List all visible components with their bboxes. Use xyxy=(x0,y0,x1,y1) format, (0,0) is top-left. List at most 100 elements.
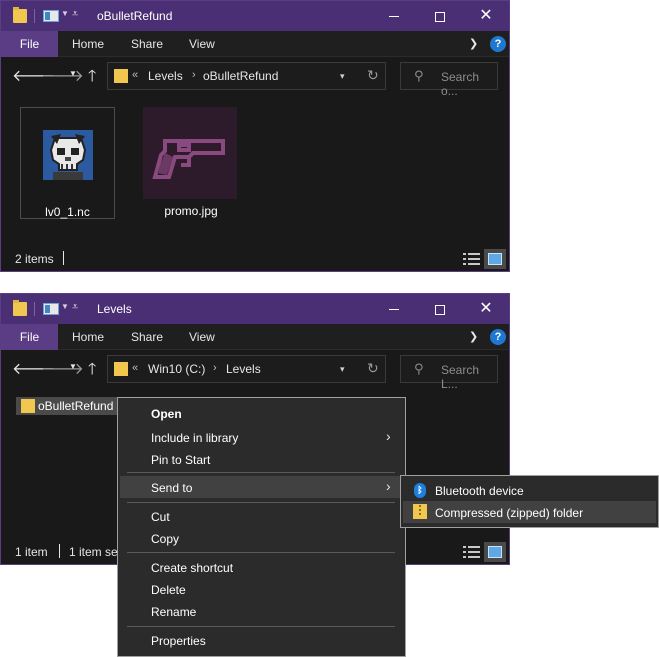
minimize-button[interactable] xyxy=(371,298,417,320)
gun-thumbnail-icon xyxy=(143,107,237,199)
tab-file[interactable]: File xyxy=(1,324,58,350)
navigation-bar: 🡐 🡒 ▼ 🡑 « Levels › oBulletRefund ▾ ↻ ⚲ S… xyxy=(1,57,509,98)
forward-arrow-icon[interactable]: 🡒 xyxy=(41,65,84,86)
menu-item-include-in-library[interactable]: Include in library xyxy=(151,431,238,445)
customize-toolbar-icon[interactable]: ⩡ xyxy=(72,8,78,21)
recent-locations-chevron-icon[interactable]: ▼ xyxy=(69,362,77,371)
breadcrumb-levels[interactable]: Levels xyxy=(148,69,183,83)
large-icons-view-icon[interactable] xyxy=(484,249,506,269)
address-bar[interactable]: « Levels › oBulletRefund ▾ ↻ xyxy=(107,62,386,90)
details-row-line xyxy=(468,253,480,255)
navigation-bar: 🡐 🡒 ▼ 🡑 « Win10 (C:) › Levels ▾ ↻ ⚲ Sear… xyxy=(1,350,509,391)
large-icons-view-icon[interactable] xyxy=(484,542,506,562)
menu-divider xyxy=(127,552,395,553)
context-menu: Open Include in library › Pin to Start S… xyxy=(117,397,406,657)
close-button[interactable]: ✕ xyxy=(463,298,509,320)
folder-item-obulletrefund[interactable]: oBulletRefund xyxy=(16,397,118,415)
chevron-down-icon[interactable]: ▼ xyxy=(61,302,69,311)
maximize-button[interactable] xyxy=(417,5,463,27)
up-arrow-icon[interactable]: 🡑 xyxy=(88,358,96,385)
explorer-window-obulletrefund: ▼ ⩡ oBulletRefund ✕ File Home Share View… xyxy=(0,0,510,272)
breadcrumb-separator[interactable]: › xyxy=(192,69,196,81)
item-count: 2 items xyxy=(15,252,54,266)
selected-count: 1 item se xyxy=(69,545,118,559)
folder-icon xyxy=(21,399,35,413)
expand-ribbon-chevron-icon[interactable]: ❯ xyxy=(469,37,478,50)
menu-item-compressed-zipped-folder[interactable]: Compressed (zipped) folder xyxy=(435,506,583,520)
title-bar[interactable]: ▼ ⩡ oBulletRefund ✕ xyxy=(1,1,509,31)
maximize-button[interactable] xyxy=(417,298,463,320)
menu-item-properties[interactable]: Properties xyxy=(151,634,206,648)
details-row-dot xyxy=(463,258,466,260)
breadcrumb-win10-c[interactable]: Win10 (C:) xyxy=(148,362,205,376)
details-view-icon[interactable] xyxy=(463,544,481,560)
tab-home[interactable]: Home xyxy=(72,324,104,350)
breadcrumb-levels[interactable]: Levels xyxy=(226,362,261,376)
help-icon[interactable]: ? xyxy=(490,329,506,345)
window-title: oBulletRefund xyxy=(97,9,173,23)
details-row-dot xyxy=(463,546,466,548)
address-overflow-chevrons[interactable]: « xyxy=(132,69,138,81)
title-separator xyxy=(34,9,35,23)
recent-locations-chevron-icon[interactable]: ▼ xyxy=(69,69,77,78)
details-row-line xyxy=(468,263,480,265)
address-bar[interactable]: « Win10 (C:) › Levels ▾ ↻ xyxy=(107,355,386,383)
forward-arrow-icon[interactable]: 🡒 xyxy=(41,358,84,379)
details-view-icon[interactable] xyxy=(463,251,481,267)
menu-item-create-shortcut[interactable]: Create shortcut xyxy=(151,561,233,575)
menu-divider xyxy=(127,626,395,627)
send-to-submenu: ᛒ Bluetooth device Compressed (zipped) f… xyxy=(400,475,659,528)
search-box[interactable]: ⚲ Search o... xyxy=(400,62,498,98)
tab-share[interactable]: Share xyxy=(131,31,163,57)
status-separator xyxy=(59,544,60,558)
menu-item-copy[interactable]: Copy xyxy=(151,532,179,546)
tab-view[interactable]: View xyxy=(189,31,215,57)
menu-item-bluetooth-device[interactable]: Bluetooth device xyxy=(435,484,524,498)
refresh-icon[interactable]: ↻ xyxy=(367,67,379,84)
file-item-lv0-1-nc[interactable]: lv0_1.nc xyxy=(20,107,115,219)
menu-item-pin-to-start[interactable]: Pin to Start xyxy=(151,453,210,467)
menu-item-rename[interactable]: Rename xyxy=(151,605,196,619)
breadcrumb-obulletrefund[interactable]: oBulletRefund xyxy=(203,69,278,83)
menu-item-delete[interactable]: Delete xyxy=(151,583,186,597)
refresh-icon[interactable]: ↻ xyxy=(367,360,379,377)
details-row-dot xyxy=(463,263,466,265)
file-name: promo.jpg xyxy=(164,204,218,218)
properties-quick-access-icon[interactable] xyxy=(43,303,59,315)
details-row-line xyxy=(468,258,480,260)
bluetooth-icon: ᛒ xyxy=(414,483,426,498)
details-row-line xyxy=(468,546,480,548)
close-button[interactable]: ✕ xyxy=(463,5,509,27)
customize-toolbar-icon[interactable]: ⩡ xyxy=(72,301,78,314)
breadcrumb-separator[interactable]: › xyxy=(213,362,217,374)
tab-view[interactable]: View xyxy=(189,324,215,350)
large-icons-view-preview xyxy=(488,253,502,265)
help-icon[interactable]: ? xyxy=(490,36,506,52)
title-bar[interactable]: ▼ ⩡ Levels ✕ xyxy=(1,294,509,324)
minimize-icon xyxy=(389,309,399,311)
large-icons-view-preview xyxy=(488,546,502,558)
minimize-button[interactable] xyxy=(371,5,417,27)
up-arrow-icon[interactable]: 🡑 xyxy=(88,65,96,92)
expand-ribbon-chevron-icon[interactable]: ❯ xyxy=(469,330,478,343)
search-input[interactable]: Search L... xyxy=(441,363,497,391)
menu-item-cut[interactable]: Cut xyxy=(151,510,170,524)
menu-divider xyxy=(127,472,395,473)
search-icon: ⚲ xyxy=(414,68,424,83)
search-input[interactable]: Search o... xyxy=(441,70,497,98)
chevron-right-icon: › xyxy=(386,478,391,494)
file-item-promo-jpg[interactable]: promo.jpg xyxy=(141,107,241,219)
chevron-down-icon[interactable]: ▼ xyxy=(61,9,69,18)
menu-item-send-to[interactable]: Send to xyxy=(151,481,192,495)
tab-home[interactable]: Home xyxy=(72,31,104,57)
address-dropdown-chevron-icon[interactable]: ▾ xyxy=(340,71,345,82)
details-row-line xyxy=(468,551,480,553)
tab-file[interactable]: File xyxy=(1,31,58,57)
properties-quick-access-icon[interactable] xyxy=(43,10,59,22)
tab-share[interactable]: Share xyxy=(131,324,163,350)
address-overflow-chevrons[interactable]: « xyxy=(132,362,138,374)
search-box[interactable]: ⚲ Search L... xyxy=(400,355,498,391)
folder-icon xyxy=(114,69,128,83)
address-dropdown-chevron-icon[interactable]: ▾ xyxy=(340,364,345,375)
menu-item-open[interactable]: Open xyxy=(151,407,182,421)
